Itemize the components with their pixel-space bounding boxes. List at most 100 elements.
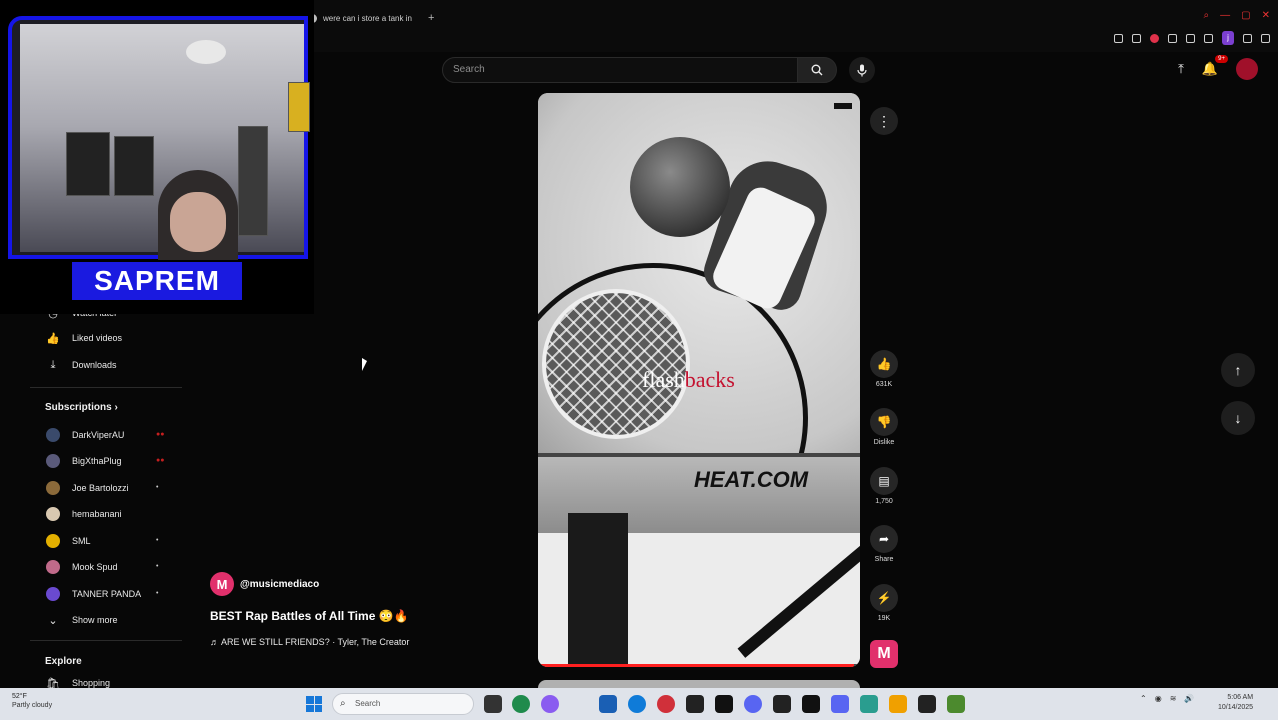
taskbar-search[interactable]: ⌕ Search (332, 693, 474, 715)
task-view-icon[interactable] (484, 695, 502, 713)
capcut-icon[interactable] (802, 695, 820, 713)
copilot-icon[interactable] (541, 695, 559, 713)
explore-heading: Explore (45, 656, 82, 667)
comment-icon: ▤ (870, 467, 898, 495)
app-icon[interactable] (686, 695, 704, 713)
search-input[interactable]: Search (442, 57, 798, 83)
subscriptions-heading[interactable]: Subscriptions › (45, 402, 118, 413)
overlay-text-main: flash (642, 367, 685, 392)
bookmark-icon[interactable] (1114, 33, 1123, 43)
wifi-icon[interactable]: ≋ (1170, 694, 1177, 703)
subscription-item[interactable]: TANNER PANDA (46, 585, 141, 603)
thumbs-up-icon: 👍 (870, 350, 898, 378)
roblox-icon[interactable] (889, 695, 907, 713)
more-options-button[interactable]: ⋮ (870, 107, 898, 135)
weather-widget[interactable]: 52°F Partly cloudy (12, 692, 52, 710)
channel-avatar[interactable]: M (210, 572, 234, 596)
download-icon[interactable] (1243, 33, 1252, 43)
remix-button[interactable]: ⚡ 19K (866, 584, 902, 622)
channel-avatar (46, 534, 60, 548)
live-indicator-icon: ●● (156, 457, 165, 464)
music-link[interactable]: ♬ ARE WE STILL FRIENDS? · Tyler, The Cre… (210, 637, 409, 647)
subscription-name: BigXthaPlug (72, 456, 122, 466)
new-tab-icon[interactable]: + (428, 12, 434, 24)
app-icon[interactable] (860, 695, 878, 713)
subscription-item[interactable]: Mook Spud (46, 558, 118, 576)
sidebar-item-liked-videos[interactable]: 👍 Liked videos (46, 329, 122, 347)
dislike-button[interactable]: 👎 Dislike (866, 408, 902, 446)
sidebar-item-downloads[interactable]: ⤓ Downloads (46, 356, 117, 374)
edge-icon[interactable] (628, 695, 646, 713)
notifications-icon[interactable]: 🔔 9+ (1202, 55, 1228, 77)
search-button[interactable] (797, 57, 837, 83)
stocks-icon[interactable] (715, 695, 733, 713)
extensions-icon[interactable] (1204, 33, 1213, 43)
next-short-button[interactable]: ↓ (1221, 401, 1255, 435)
subscription-name: hemabanani (72, 509, 122, 519)
hoop-net (542, 289, 690, 439)
voice-search-button[interactable] (849, 57, 875, 83)
chevron-down-icon: ⌄ (48, 614, 58, 627)
search-icon: ⌕ (340, 698, 346, 709)
clock-date: 10/14/2025 (1218, 704, 1254, 711)
menu-icon[interactable] (1261, 33, 1270, 43)
channel-avatar (46, 560, 60, 574)
audio-source-avatar[interactable]: M (870, 640, 898, 668)
sidebar: ◷ Watch later 👍 Liked videos ⤓ Downloads… (30, 300, 190, 690)
adblock-icon[interactable] (1150, 33, 1159, 43)
sidebar-item-label: Downloads (72, 360, 117, 370)
store-icon[interactable] (599, 695, 617, 713)
app-icon[interactable] (947, 695, 965, 713)
play-icon[interactable] (1168, 33, 1177, 43)
screenshot-icon[interactable] (1132, 33, 1141, 43)
obs-icon[interactable] (918, 695, 936, 713)
video-progress-bar[interactable] (538, 664, 860, 667)
channel-handle[interactable]: @musicmediaco (240, 579, 319, 590)
streamer-label: SAPREM (94, 265, 220, 296)
taskbar-clock[interactable]: 5:06 AM 10/14/2025 (1218, 693, 1253, 713)
upload-icon[interactable]: ⤒ (1178, 61, 1184, 77)
minimize-icon[interactable]: — (1220, 10, 1230, 21)
new-content-dot-icon: • (156, 590, 159, 597)
previous-short-button[interactable]: ↑ (1221, 353, 1255, 387)
comments-button[interactable]: ▤ 1,750 (866, 467, 902, 505)
show-more-button[interactable]: ⌄ Show more (46, 611, 117, 629)
chevron-right-icon: › (114, 402, 118, 413)
subscription-item[interactable]: Joe Bartolozzi (46, 479, 129, 497)
download-icon: ⤓ (50, 358, 56, 371)
video-overlay-text: flashbacks (642, 367, 735, 393)
wall-poster (114, 136, 154, 196)
browser-tab[interactable]: were can i store a tank in + (308, 8, 434, 28)
discord-canary-icon[interactable] (831, 695, 849, 713)
chrome-icon[interactable] (512, 695, 530, 713)
shorts-player[interactable]: HEAT.COM flashbacks (538, 93, 860, 667)
mouse-cursor-icon (362, 358, 367, 371)
search-browser-icon[interactable]: ⌕ (1204, 10, 1210, 21)
account-avatar[interactable] (1236, 58, 1258, 80)
chevron-up-icon[interactable]: ⌃ (1140, 694, 1147, 703)
court-text: HEAT.COM (694, 467, 809, 492)
subscription-item[interactable]: DarkViperAU (46, 426, 124, 444)
subscription-item[interactable]: hemabanani (46, 505, 122, 523)
clock-time: 5:06 AM (1227, 694, 1254, 701)
network-icon[interactable]: ◉ (1155, 694, 1162, 703)
opera-gx-icon[interactable] (657, 695, 675, 713)
share-button[interactable]: ➦ Share (866, 525, 902, 563)
maximize-icon[interactable]: ▢ (1241, 10, 1250, 21)
windows-start-icon[interactable] (306, 696, 322, 712)
terminal-icon[interactable] (773, 695, 791, 713)
channel-row[interactable]: M @musicmediaco (210, 572, 319, 596)
search-icon (811, 64, 823, 76)
ceiling-light (186, 40, 226, 64)
volume-icon[interactable]: 🔊 (1184, 694, 1194, 703)
heart-icon[interactable] (1186, 33, 1195, 43)
video-title[interactable]: BEST Rap Battles of All Time 😳🔥 (210, 609, 409, 623)
subscription-item[interactable]: SML (46, 532, 91, 550)
like-button[interactable]: 👍 631K (866, 350, 902, 388)
subscription-item[interactable]: BigXthaPlug (46, 452, 122, 470)
channel-avatar (46, 454, 60, 468)
profile-icon[interactable]: j (1222, 31, 1234, 45)
discord-icon[interactable] (744, 695, 762, 713)
channel-avatar (46, 481, 60, 495)
close-icon[interactable]: ✕ (1262, 10, 1270, 21)
